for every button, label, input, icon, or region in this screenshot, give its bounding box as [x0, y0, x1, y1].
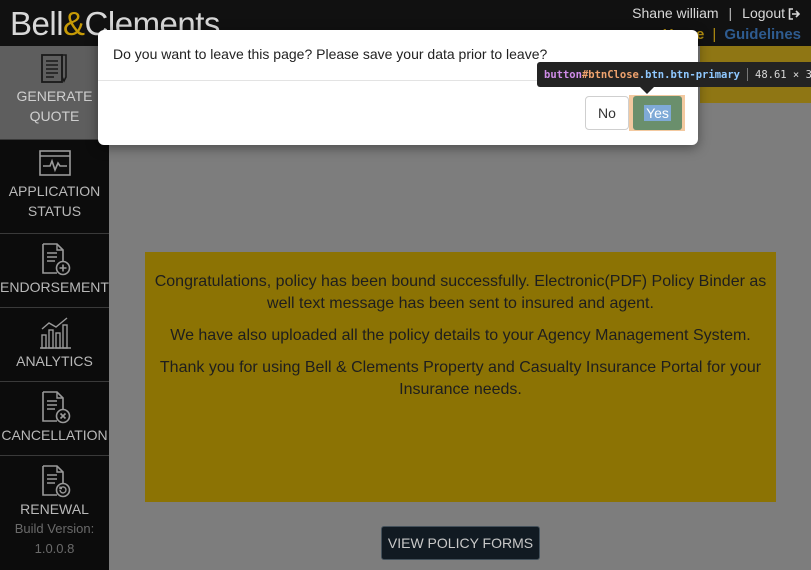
logout-label: Logout	[742, 5, 785, 21]
dialog-message: Do you want to leave this page? Please s…	[113, 46, 548, 62]
sidebar-label-status: STATUS	[27, 203, 82, 219]
document-plus-icon	[0, 241, 109, 277]
sidebar: GENERATE QUOTE APPLICATION STATUS ENDORS…	[0, 46, 109, 570]
sidebar-item-endorsement[interactable]: ENDORSEMENT	[0, 234, 109, 308]
tooltip-classes: .btn.btn-primary	[638, 68, 740, 81]
build-version-number: 1.0.0.8	[34, 541, 75, 556]
no-button[interactable]: No	[585, 96, 629, 130]
view-policy-forms-button[interactable]: VIEW POLICY FORMS	[381, 526, 540, 560]
success-message-box: Congratulations, policy has been bound s…	[145, 252, 776, 502]
sidebar-label-generate: GENERATE	[16, 88, 93, 104]
sidebar-item-application-status[interactable]: APPLICATION STATUS	[0, 140, 109, 234]
tooltip-tag: button	[544, 68, 582, 81]
sidebar-label-renewal: RENEWAL	[20, 501, 89, 517]
user-name: Shane william	[632, 5, 719, 21]
sidebar-label-analytics: ANALYTICS	[16, 353, 93, 369]
yes-button-label: Yes	[644, 105, 671, 121]
success-message-line-3: Thank you for using Bell & Clements Prop…	[159, 359, 762, 398]
bar-chart-icon	[0, 315, 109, 351]
logout-icon	[788, 7, 801, 23]
tooltip-id: #btnClose	[581, 68, 639, 81]
build-version-label: Build Version:	[14, 521, 95, 536]
logo-text-bell: Bell	[10, 5, 64, 42]
sidebar-item-generate-quote[interactable]: GENERATE QUOTE	[0, 46, 109, 140]
sidebar-label-application: APPLICATION	[8, 183, 101, 199]
yes-button[interactable]: Yes	[633, 96, 682, 130]
tooltip-dimensions: 48.61 × 34	[755, 68, 811, 81]
sidebar-label-endorsement: ENDORSEMENT	[0, 279, 109, 295]
logo-ampersand: &	[63, 5, 85, 42]
nav-separator: |	[712, 26, 717, 43]
leave-page-dialog: Do you want to leave this page? Please s…	[98, 30, 698, 145]
user-area: Shane william | Logout	[632, 5, 801, 23]
document-refresh-icon	[0, 463, 109, 499]
monitor-pulse-icon	[0, 149, 109, 181]
logout-link[interactable]: Logout	[742, 5, 801, 21]
document-pen-icon	[0, 52, 109, 86]
user-separator: |	[728, 5, 733, 21]
sidebar-label-quote: QUOTE	[29, 108, 80, 124]
sidebar-label-cancellation: CANCELLATION	[1, 427, 108, 443]
tooltip-arrow	[640, 87, 654, 94]
success-message-line-1: Congratulations, policy has been bound s…	[154, 273, 767, 312]
success-message-line-2: We have also uploaded all the policy det…	[170, 327, 751, 344]
devtools-inspect-tooltip: button #btnClose .btn.btn-primary 48.61 × …	[537, 62, 811, 87]
sidebar-item-cancellation[interactable]: CANCELLATION	[0, 382, 109, 456]
document-x-icon	[0, 389, 109, 425]
nav-guidelines-link[interactable]: Guidelines	[724, 26, 801, 43]
tooltip-divider	[747, 68, 748, 81]
sidebar-item-analytics[interactable]: ANALYTICS	[0, 308, 109, 382]
